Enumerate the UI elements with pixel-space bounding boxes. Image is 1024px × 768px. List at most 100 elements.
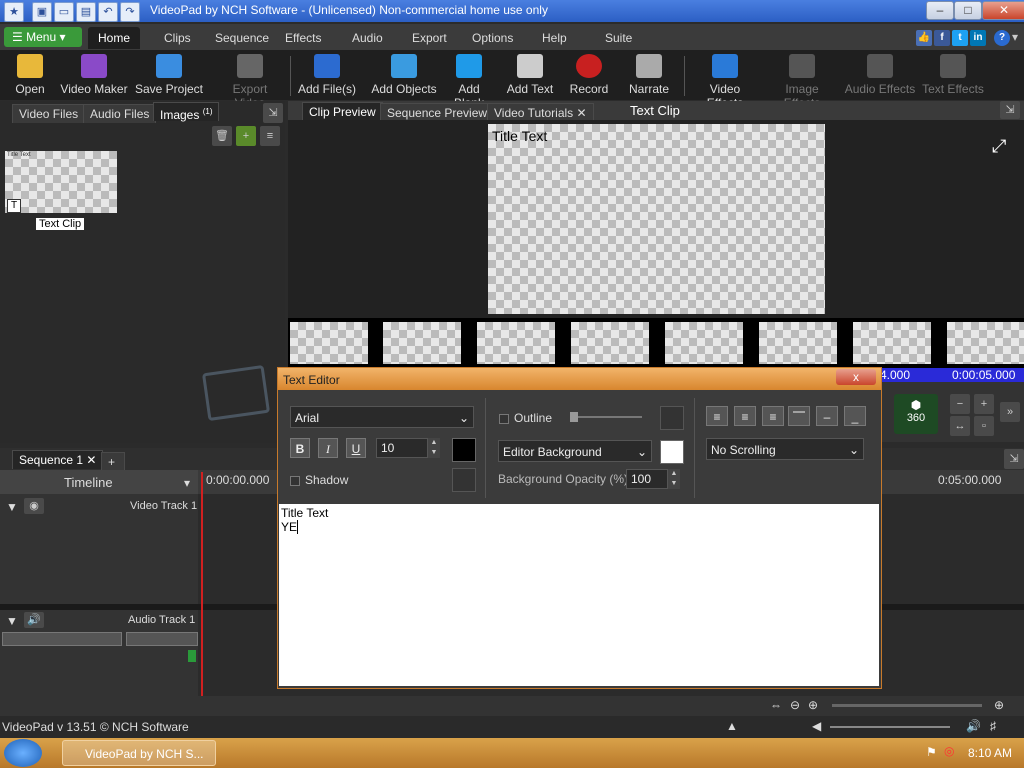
twitter-icon[interactable]: t [952,30,968,46]
save-project-button[interactable]: Save Project [132,52,206,98]
font-select[interactable]: Arial ⌄ [290,406,474,428]
fit-width-icon[interactable]: ↔ [950,416,970,436]
tab-home[interactable]: Home [88,27,141,49]
scrolling-select[interactable]: No Scrolling ⌄ [706,438,864,460]
help-icon[interactable]: ? [994,30,1010,46]
tray-icon[interactable]: ◎ [944,744,954,758]
tab-clip-preview[interactable]: Clip Preview [302,102,383,121]
audio-effects-button[interactable]: Audio Effects [844,52,916,98]
zoom-in-icon[interactable]: + [974,394,994,414]
tab-sequence[interactable]: Sequence [205,27,279,49]
opacity-field[interactable]: 100 [626,469,668,489]
font-size-stepper[interactable]: ▲ ▼ [428,438,440,458]
quick-save-icon[interactable]: ▣ [32,2,52,22]
delete-icon[interactable]: 🗑 [212,126,232,146]
filmstrip[interactable] [288,318,1024,368]
narrate-button[interactable]: Narrate [626,52,672,98]
eye-icon[interactable]: ◉ [24,498,44,514]
thumbs-up-icon[interactable]: 👍 [916,30,932,46]
outline-color-swatch[interactable] [660,406,684,430]
zoom-timeline-out-icon[interactable]: ⊖ [790,698,800,712]
zoom-timeline-in-icon[interactable]: ⊕ [808,698,818,712]
volume-icon[interactable]: ◀ [812,719,821,733]
background-color-swatch[interactable] [660,440,684,464]
shadow-color-swatch[interactable] [452,468,476,492]
background-select[interactable]: Editor Background ⌄ [498,440,652,462]
italic-button[interactable]: I [318,438,338,458]
safe-area-icon[interactable]: ▫ [974,416,994,436]
tab-export[interactable]: Export [402,27,457,49]
tab-effects[interactable]: Effects [275,27,331,49]
taskbar-videopad-item[interactable]: VideoPad by NCH S... [62,740,216,766]
master-volume-slider[interactable] [830,726,950,728]
bold-button[interactable]: B [290,438,310,458]
video-effects-button[interactable]: Video Effects [690,52,760,110]
tab-suite[interactable]: Suite [595,27,642,49]
network-icon[interactable]: ⚑ [926,745,937,759]
open-button[interactable]: Open [10,52,50,98]
maximize-button[interactable]: □ [954,1,982,20]
timeline-zoom-slider[interactable] [832,704,982,707]
add-text-button[interactable]: Add Text [504,52,556,98]
record-button[interactable]: Record [566,52,612,98]
close-button[interactable]: ✕ [982,1,1024,20]
tab-sequence-1[interactable]: Sequence 1 ✕ [12,450,104,469]
help-dropdown-icon[interactable]: ▾ [1012,30,1018,44]
add-files-button[interactable]: Add File(s) [296,52,358,98]
quick-open-icon[interactable]: ▭ [54,2,74,22]
menu-button[interactable]: ☰ Menu ▾ [4,27,82,47]
pan-slider[interactable] [126,632,198,646]
text-color-swatch[interactable] [452,438,476,462]
tab-options[interactable]: Options [462,27,523,49]
outline-checkbox[interactable] [499,414,509,424]
align-top-button[interactable]: ⎺ [788,406,810,426]
speaker-icon[interactable]: 🔊 [24,612,44,628]
speaker-status-icon[interactable]: 🔊 [966,719,981,733]
preview-range-bar[interactable]: 4.000 0:00:05.000 [876,368,1024,382]
zoom-max-icon[interactable]: ⊕ [994,698,1004,712]
undock-icon[interactable]: ⇲ [263,103,283,123]
undo-icon[interactable]: ↶ [98,2,118,22]
playhead[interactable] [201,472,203,696]
align-right-button[interactable]: ≡ [762,406,784,426]
tab-video-files[interactable]: Video Files [12,104,86,123]
align-bottom-button[interactable]: _ [844,406,866,426]
text-clip-thumbnail[interactable]: Title Text T [5,151,117,213]
undock-timeline-icon[interactable]: ⇲ [1004,449,1024,469]
font-size-field[interactable]: 10 [376,438,428,458]
text-effects-button[interactable]: Text Effects [920,52,986,98]
tab-images[interactable]: Images (1) [153,102,220,122]
new-folder-icon[interactable]: + [236,126,256,146]
video-maker-button[interactable]: Video Maker [60,52,128,98]
collapse-video-icon[interactable]: ▼ [6,500,18,514]
preview-frame[interactable]: Title Text [488,124,825,314]
undock-preview-icon[interactable]: ⇲ [1000,101,1020,119]
opacity-stepper[interactable]: ▲ ▼ [668,469,680,489]
align-center-button[interactable]: ≡ [734,406,756,426]
align-middle-button[interactable]: – [816,406,838,426]
add-objects-button[interactable]: Add Objects [370,52,438,98]
timeline-dropdown-icon[interactable]: ▾ [184,476,190,490]
list-view-icon[interactable]: ≡ [260,126,280,146]
export-video-button[interactable]: Export Video [216,52,284,110]
minimize-button[interactable]: – [926,1,954,20]
tab-clips[interactable]: Clips [154,27,201,49]
zoom-out-icon[interactable]: − [950,394,970,414]
collapse-audio-icon[interactable]: ▼ [6,614,18,628]
underline-button[interactable]: U [346,438,366,458]
start-button[interactable] [4,739,42,767]
mixer-icon[interactable]: ♯ [990,719,996,733]
redo-icon[interactable]: ↷ [120,2,140,22]
linkedin-icon[interactable]: in [970,30,986,46]
shadow-checkbox[interactable] [290,476,300,486]
tab-help[interactable]: Help [532,27,577,49]
360-button[interactable]: ⬢ 360 [894,394,938,434]
add-sequence-button[interactable]: + [101,452,125,471]
text-content-area[interactable]: Title Text YE​ [279,504,879,686]
outline-width-slider[interactable] [570,416,642,418]
upload-icon[interactable]: ▲ [726,719,738,733]
quick-new-icon[interactable]: ▤ [76,2,96,22]
outline-slider-handle[interactable] [570,412,578,422]
volume-slider[interactable] [2,632,122,646]
dialog-close-button[interactable]: x [836,369,876,385]
